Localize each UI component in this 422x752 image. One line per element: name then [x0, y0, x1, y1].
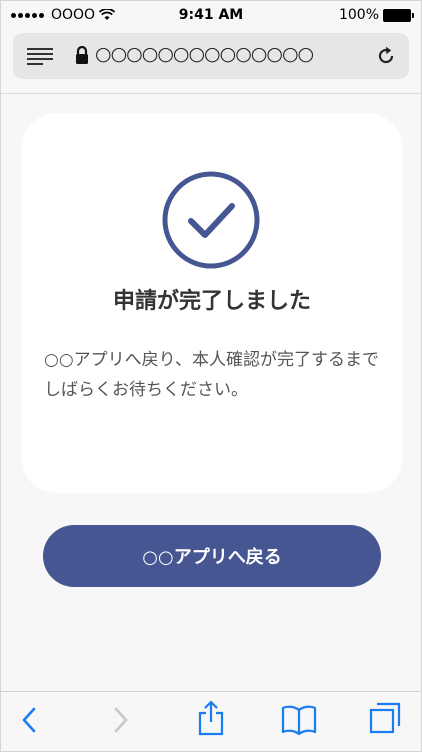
tabs-icon[interactable] [369, 702, 401, 734]
address-bar[interactable]: ○○○○○○○○○○○○○○ [13, 33, 409, 79]
chevron-left-icon[interactable] [21, 706, 37, 734]
url-text[interactable]: ○○○○○○○○○○○○○○ [95, 43, 314, 65]
completion-title: 申請が完了しました [112, 289, 311, 314]
return-to-app-button[interactable]: ○○アプリへ戻る [43, 525, 381, 587]
reader-mode-icon[interactable] [27, 47, 53, 65]
status-right: 100% [338, 7, 414, 23]
lock-icon [76, 46, 88, 64]
status-bar: OOOO 9:41 AM 100% [1, 1, 421, 31]
chevron-right-icon[interactable] [113, 706, 129, 734]
book-icon[interactable] [281, 704, 317, 736]
battery-icon [383, 8, 414, 22]
completion-card: 申請が完了しました ○○アプリへ戻り、本人確認が完了するまでしばらくお待ちくださ… [22, 113, 402, 493]
header-divider [1, 93, 421, 94]
browser-toolbar [1, 691, 421, 751]
completion-message: ○○アプリへ戻り、本人確認が完了するまでしばらくお待ちください。 [44, 350, 379, 400]
browser-frame: OOOO 9:41 AM 100% ○○○○○○○○○○○○○○ 申請が完了しま… [0, 0, 422, 752]
check-circle-icon [162, 171, 260, 269]
reload-icon[interactable] [375, 45, 397, 67]
battery-percent: 100% [338, 7, 379, 23]
share-icon[interactable] [197, 700, 225, 736]
